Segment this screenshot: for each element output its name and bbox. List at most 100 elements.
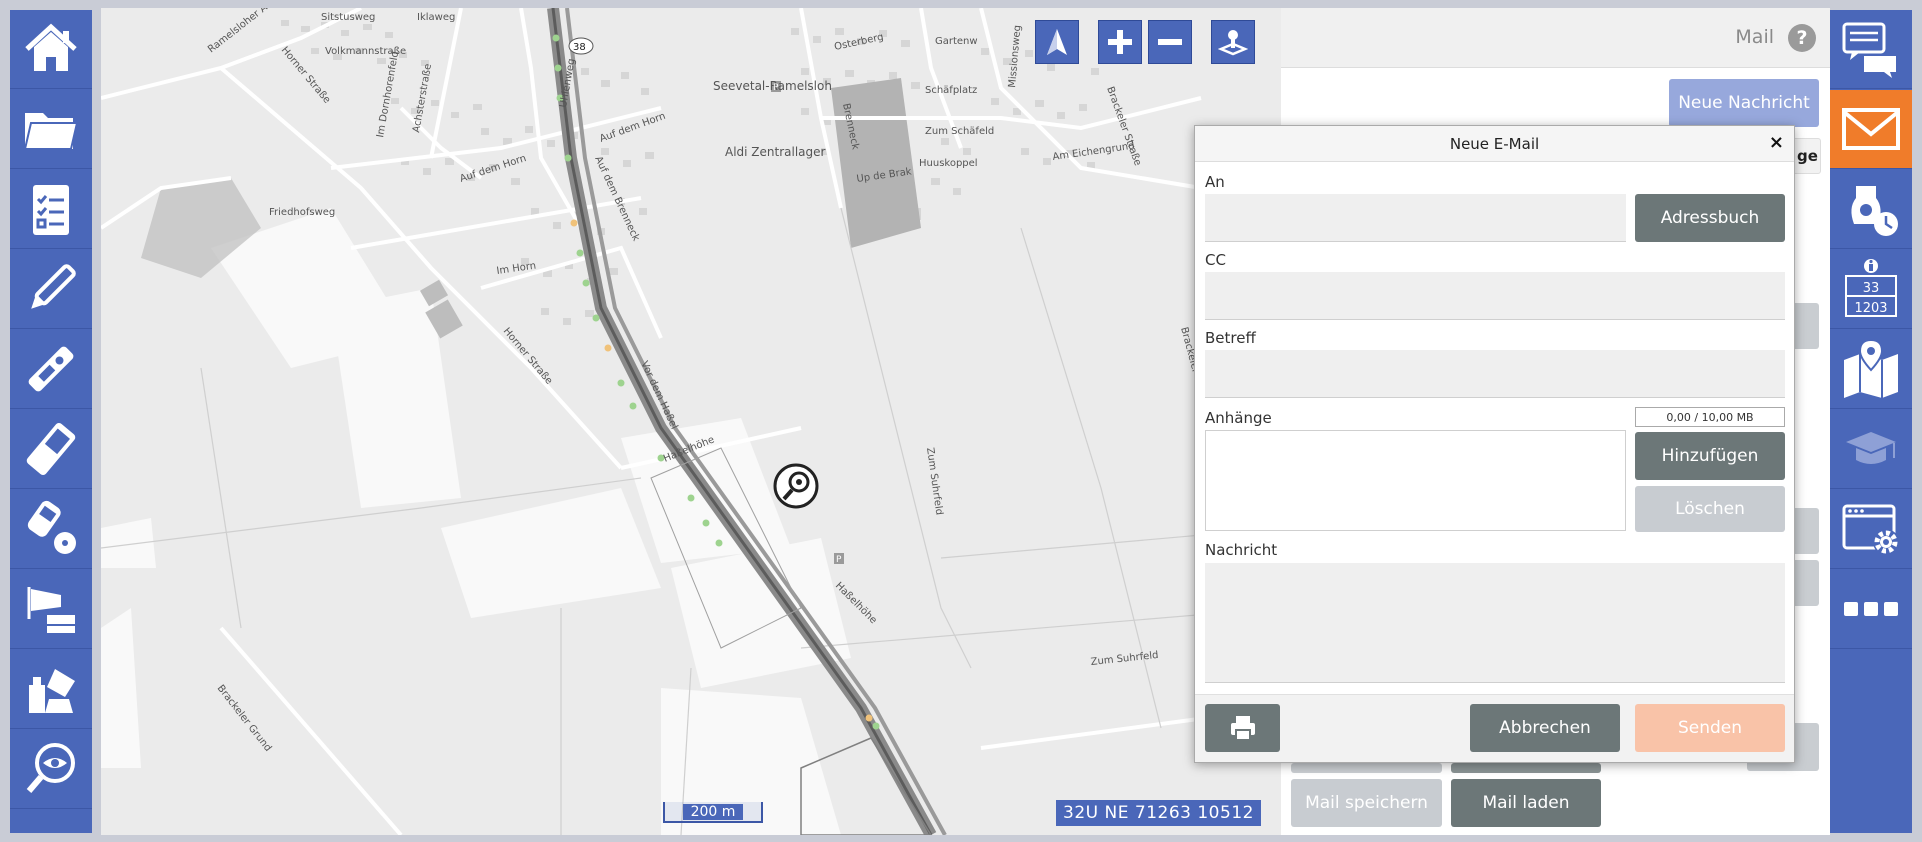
attachments-list[interactable] bbox=[1205, 430, 1626, 531]
sidebar-breathing-timer-button[interactable] bbox=[1830, 170, 1912, 249]
sidebar-folder-button[interactable] bbox=[10, 90, 92, 169]
zoom-in-icon bbox=[1108, 30, 1132, 54]
hidden-button bbox=[1451, 763, 1601, 773]
map-street-label: Am Eichengrund bbox=[1052, 141, 1135, 163]
help-icon[interactable]: ? bbox=[1788, 24, 1816, 52]
sidebar-map-button[interactable] bbox=[1830, 330, 1912, 409]
scale-label: 200 m bbox=[682, 803, 744, 820]
coordinate-readout: 32U NE 71263 10512 bbox=[1056, 800, 1261, 826]
folder-icon bbox=[23, 113, 79, 150]
dialog-titlebar[interactable]: Neue E-Mail × bbox=[1195, 126, 1794, 162]
save-mail-button[interactable]: Mail speichern bbox=[1291, 779, 1442, 827]
joystick-button[interactable] bbox=[1211, 20, 1255, 64]
message-field[interactable] bbox=[1205, 563, 1785, 683]
joystick-icon bbox=[1218, 30, 1248, 56]
sidebar-checklist-button[interactable] bbox=[10, 170, 92, 249]
delete-attachment-button[interactable]: Löschen bbox=[1635, 486, 1785, 532]
info-un-number-icon: 33 1203 bbox=[1845, 259, 1897, 317]
breathing-apparatus-timer-icon bbox=[1851, 186, 1898, 236]
sidebar-settings-button[interactable] bbox=[1830, 490, 1912, 569]
graduation-cap-icon bbox=[1846, 432, 1896, 464]
hidden-button bbox=[1291, 763, 1442, 773]
compass-icon bbox=[1047, 29, 1067, 55]
observer-search-icon bbox=[26, 743, 75, 793]
message-label: Nachricht bbox=[1205, 541, 1278, 559]
subject-label: Betreff bbox=[1205, 329, 1256, 347]
right-sidebar: 33 1203 bbox=[1830, 10, 1912, 833]
add-attachment-button[interactable]: Hinzufügen bbox=[1635, 432, 1785, 480]
map-street-label: Zum Suhrfeld bbox=[924, 447, 944, 516]
left-sidebar bbox=[10, 10, 92, 833]
new-email-dialog: Neue E-Mail × An Adressbuch CC Betreff A… bbox=[1194, 125, 1795, 763]
map-view[interactable]: Sitstusweg Iklaweg Volkmannstraße Ramels… bbox=[101, 8, 1281, 835]
map-street-label: Schäfplatz bbox=[925, 85, 977, 96]
attachments-label: Anhänge bbox=[1205, 409, 1272, 427]
map-pin-icon bbox=[1844, 338, 1898, 398]
sidebar-chat-button[interactable] bbox=[1830, 10, 1912, 89]
map-scale-bar: 200 m bbox=[663, 802, 763, 823]
new-message-button[interactable]: Neue Nachricht bbox=[1669, 79, 1819, 127]
map-buildings bbox=[281, 20, 1189, 339]
sidebar-windsock-button[interactable] bbox=[10, 570, 92, 649]
sidebar-mail-button[interactable] bbox=[1830, 90, 1912, 169]
map-street-label: Ramelsloher Al. bbox=[206, 8, 274, 55]
send-button[interactable]: Senden bbox=[1635, 704, 1785, 752]
settings-window-icon bbox=[1842, 504, 1899, 555]
phone-icon bbox=[26, 423, 76, 475]
map-road-shield-label: 38 bbox=[573, 42, 586, 53]
map-observer-marker[interactable] bbox=[773, 463, 819, 509]
map-street-label: Gartenw bbox=[935, 36, 978, 47]
load-mail-button[interactable]: Mail laden bbox=[1451, 779, 1601, 827]
map-street-label: Brackeler Grund bbox=[215, 683, 274, 754]
attachment-size-indicator: 0,00 / 10,00 MB bbox=[1635, 407, 1785, 427]
sidebar-gas-detector-button[interactable] bbox=[10, 330, 92, 409]
checklist-icon bbox=[33, 185, 69, 235]
pen-icon bbox=[31, 264, 76, 309]
dialog-title: Neue E-Mail bbox=[1449, 135, 1540, 153]
sidebar-chemicals-button[interactable] bbox=[10, 650, 92, 729]
map-street-label: Brackeler Straße bbox=[1104, 85, 1143, 167]
windsock-icon bbox=[27, 587, 77, 633]
map-canvas: Sitstusweg Iklaweg Volkmannstraße Ramels… bbox=[101, 8, 1281, 835]
sidebar-pen-button[interactable] bbox=[10, 250, 92, 329]
map-street-label: Horner Straße bbox=[501, 326, 555, 387]
address-book-button[interactable]: Adressbuch bbox=[1635, 194, 1785, 242]
home-icon bbox=[25, 23, 77, 71]
radiation-meter-icon bbox=[27, 500, 76, 554]
dialog-footer: Abbrechen Senden bbox=[1195, 694, 1794, 762]
chemicals-icon bbox=[29, 669, 75, 713]
map-open-fields bbox=[101, 208, 851, 835]
close-icon[interactable]: × bbox=[1769, 132, 1784, 153]
map-street-label: Friedhofsweg bbox=[269, 207, 335, 218]
cancel-button[interactable]: Abbrechen bbox=[1470, 704, 1620, 752]
sidebar-training-button[interactable] bbox=[1830, 410, 1912, 489]
map-street-label: Iklaweg bbox=[417, 12, 455, 23]
panel-title: Mail bbox=[1735, 26, 1774, 48]
printer-icon bbox=[1230, 716, 1255, 741]
sidebar-un-number-button[interactable]: 33 1203 bbox=[1830, 250, 1912, 329]
more-icon bbox=[1844, 602, 1898, 616]
gas-detector-icon bbox=[28, 346, 74, 392]
to-field[interactable] bbox=[1205, 194, 1626, 242]
map-street-label: Huuskoppel bbox=[919, 158, 978, 169]
map-street-label: Zum Suhrfeld bbox=[1090, 650, 1159, 668]
sidebar-more-button[interactable] bbox=[1830, 570, 1912, 649]
sidebar-radiation-meter-button[interactable] bbox=[10, 490, 92, 569]
zoom-out-icon bbox=[1158, 39, 1182, 45]
subject-field[interactable] bbox=[1205, 350, 1785, 398]
un-substance-number: 1203 bbox=[1854, 301, 1887, 316]
map-street-label: Missionsweg bbox=[1007, 25, 1023, 89]
mail-header: Mail ? bbox=[1281, 8, 1830, 68]
map-street-label: Achsterstraße bbox=[411, 63, 434, 134]
map-street-label: Zum Schäfeld bbox=[925, 126, 994, 137]
cc-field[interactable] bbox=[1205, 272, 1785, 320]
sidebar-observer-search-button[interactable] bbox=[10, 730, 92, 809]
chat-icon bbox=[1842, 22, 1896, 78]
zoom-in-button[interactable] bbox=[1098, 20, 1142, 64]
print-button[interactable] bbox=[1205, 704, 1280, 752]
to-label: An bbox=[1205, 173, 1225, 191]
sidebar-phone-button[interactable] bbox=[10, 410, 92, 489]
zoom-out-button[interactable] bbox=[1148, 20, 1192, 64]
sidebar-home-button[interactable] bbox=[10, 10, 92, 89]
north-arrow-button[interactable] bbox=[1035, 20, 1079, 64]
